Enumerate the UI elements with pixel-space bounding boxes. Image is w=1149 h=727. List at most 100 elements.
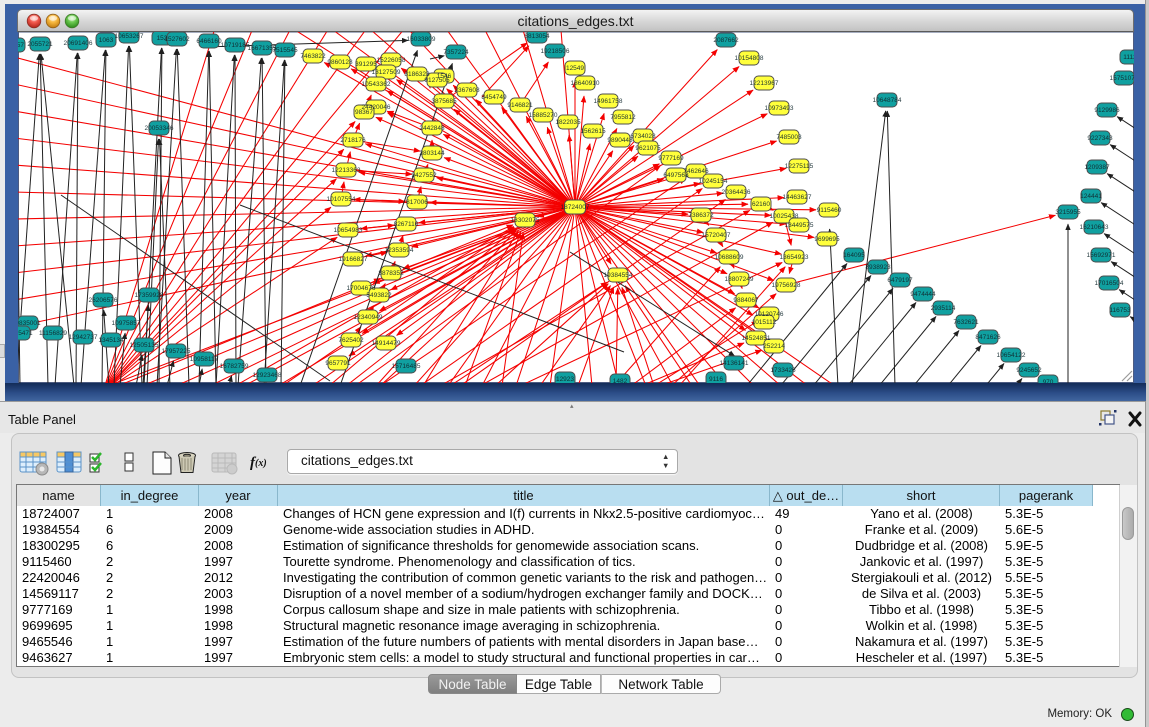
svg-text:20691406: 20691406 xyxy=(64,40,93,47)
svg-text:9427552: 9427552 xyxy=(411,172,437,179)
svg-text:17359928: 17359928 xyxy=(135,292,164,299)
svg-text:12213363: 12213363 xyxy=(332,167,361,174)
svg-text:18724007: 18724007 xyxy=(561,204,590,211)
svg-text:15885270: 15885270 xyxy=(529,112,558,119)
svg-text:6734028: 6734028 xyxy=(630,133,656,140)
svg-text:8454749: 8454749 xyxy=(481,94,507,101)
svg-text:1562615: 1562615 xyxy=(580,128,606,135)
svg-text:17957225: 17957225 xyxy=(162,348,191,355)
svg-text:8938923: 8938923 xyxy=(865,264,891,271)
svg-text:12942737: 12942737 xyxy=(69,334,98,341)
svg-text:19384554: 19384554 xyxy=(604,272,633,279)
svg-text:14136141: 14136141 xyxy=(720,360,749,367)
svg-text:9129986: 9129986 xyxy=(1094,107,1120,114)
svg-text:2718176: 2718176 xyxy=(340,137,366,144)
svg-text:10245154: 10245154 xyxy=(699,178,728,185)
svg-text:20053346: 20053346 xyxy=(145,125,174,132)
svg-text:1112: 1112 xyxy=(1123,54,1134,61)
svg-text:18640910: 18640910 xyxy=(571,80,600,87)
svg-text:7955812: 7955812 xyxy=(610,114,636,121)
svg-text:5493822: 5493822 xyxy=(366,292,392,299)
svg-text:1527602: 1527602 xyxy=(164,36,190,43)
svg-text:10154808: 10154808 xyxy=(735,55,764,62)
svg-text:15751074: 15751074 xyxy=(1110,75,1134,82)
svg-text:19756928: 19756928 xyxy=(772,282,801,289)
svg-text:13654923: 13654923 xyxy=(780,254,809,261)
svg-text:10648784: 10648784 xyxy=(873,97,902,104)
svg-text:7386372: 7386372 xyxy=(688,212,714,219)
svg-text:17016504: 17016504 xyxy=(1095,280,1124,287)
svg-text:7632621: 7632621 xyxy=(953,319,979,326)
svg-text:12505135: 12505135 xyxy=(130,342,159,349)
svg-text:116753: 116753 xyxy=(1109,307,1131,314)
svg-text:9777169: 9777169 xyxy=(658,155,684,162)
svg-text:2935114: 2935114 xyxy=(931,305,956,312)
svg-text:3878352: 3878352 xyxy=(378,270,404,277)
svg-text:16033809: 16033809 xyxy=(407,36,436,43)
svg-text:3875685: 3875685 xyxy=(431,98,457,105)
svg-text:19166827: 19166827 xyxy=(339,256,368,263)
svg-text:10107554: 10107554 xyxy=(327,196,356,203)
svg-text:9146821: 9146821 xyxy=(507,102,533,109)
svg-text:164095: 164095 xyxy=(843,252,865,259)
svg-text:9227343: 9227343 xyxy=(1087,135,1113,142)
svg-text:2803144: 2803144 xyxy=(419,150,445,157)
svg-text:12340949: 12340949 xyxy=(354,314,383,321)
svg-text:17004676: 17004676 xyxy=(347,285,376,292)
svg-text:62160: 62160 xyxy=(752,201,770,208)
svg-text:98367: 98367 xyxy=(355,109,373,116)
svg-text:13449575: 13449575 xyxy=(785,222,814,229)
svg-text:14463627: 14463627 xyxy=(783,194,812,201)
svg-text:8267110: 8267110 xyxy=(394,221,419,228)
svg-text:14961758: 14961758 xyxy=(594,98,623,105)
svg-text:9890448: 9890448 xyxy=(607,137,633,144)
svg-text:10025438: 10025438 xyxy=(770,213,799,220)
svg-text:12275115: 12275115 xyxy=(785,163,814,170)
svg-text:(x): (x) xyxy=(255,458,267,469)
svg-text:10973493: 10973493 xyxy=(765,105,794,112)
svg-text:12923: 12923 xyxy=(556,376,574,383)
svg-text:1063: 1063 xyxy=(99,37,114,44)
svg-text:124441: 124441 xyxy=(1080,193,1102,200)
svg-text:9474444: 9474444 xyxy=(910,291,936,298)
svg-text:15226058: 15226058 xyxy=(377,57,406,64)
svg-text:391295: 391295 xyxy=(355,61,377,68)
svg-text:11156829: 11156829 xyxy=(39,330,67,337)
svg-text:1209387: 1209387 xyxy=(1084,164,1110,171)
svg-text:2442848: 2442848 xyxy=(419,125,445,132)
svg-text:1733426: 1733426 xyxy=(770,367,796,374)
svg-text:7462646: 7462646 xyxy=(683,168,709,175)
svg-text:10975857: 10975857 xyxy=(112,320,141,327)
svg-text:19218506: 19218506 xyxy=(541,48,570,55)
svg-text:6466160: 6466160 xyxy=(196,38,222,45)
svg-text:2367608: 2367608 xyxy=(454,87,480,94)
svg-text:15692971: 15692971 xyxy=(1087,252,1116,259)
svg-text:10120746: 10120746 xyxy=(755,311,784,318)
svg-text:10654122: 10654122 xyxy=(997,352,1026,359)
svg-text:9116: 9116 xyxy=(709,376,723,383)
svg-text:3215955: 3215955 xyxy=(1055,209,1081,216)
svg-text:1345134: 1345134 xyxy=(98,337,124,344)
svg-text:9115460: 9115460 xyxy=(817,207,842,214)
svg-text:15720407: 15720407 xyxy=(702,232,731,239)
svg-text:12213967: 12213967 xyxy=(750,80,779,87)
svg-text:13302075: 13302075 xyxy=(511,217,540,224)
svg-text:7625402: 7625402 xyxy=(338,337,364,344)
svg-text:16782759: 16782759 xyxy=(220,363,249,370)
svg-text:12923468: 12923468 xyxy=(253,372,282,379)
svg-text:26206576: 26206576 xyxy=(89,297,118,304)
svg-text:1822035: 1822035 xyxy=(555,119,581,126)
svg-text:9621075: 9621075 xyxy=(635,145,661,152)
svg-text:9884067: 9884067 xyxy=(733,297,759,304)
svg-text:2055721: 2055721 xyxy=(27,41,53,48)
svg-text:7463822: 7463822 xyxy=(300,53,326,60)
svg-text:10543362: 10543362 xyxy=(362,81,391,88)
svg-text:10958117: 10958117 xyxy=(190,356,219,363)
svg-text:252214: 252214 xyxy=(763,343,785,350)
svg-text:13127509: 13127509 xyxy=(372,69,401,76)
svg-text:817006: 817006 xyxy=(406,199,428,206)
svg-text:7485003: 7485003 xyxy=(776,134,802,141)
svg-text:6479197: 6479197 xyxy=(887,277,913,284)
svg-text:10688609: 10688609 xyxy=(715,254,744,261)
svg-text:9835001: 9835001 xyxy=(18,320,41,327)
